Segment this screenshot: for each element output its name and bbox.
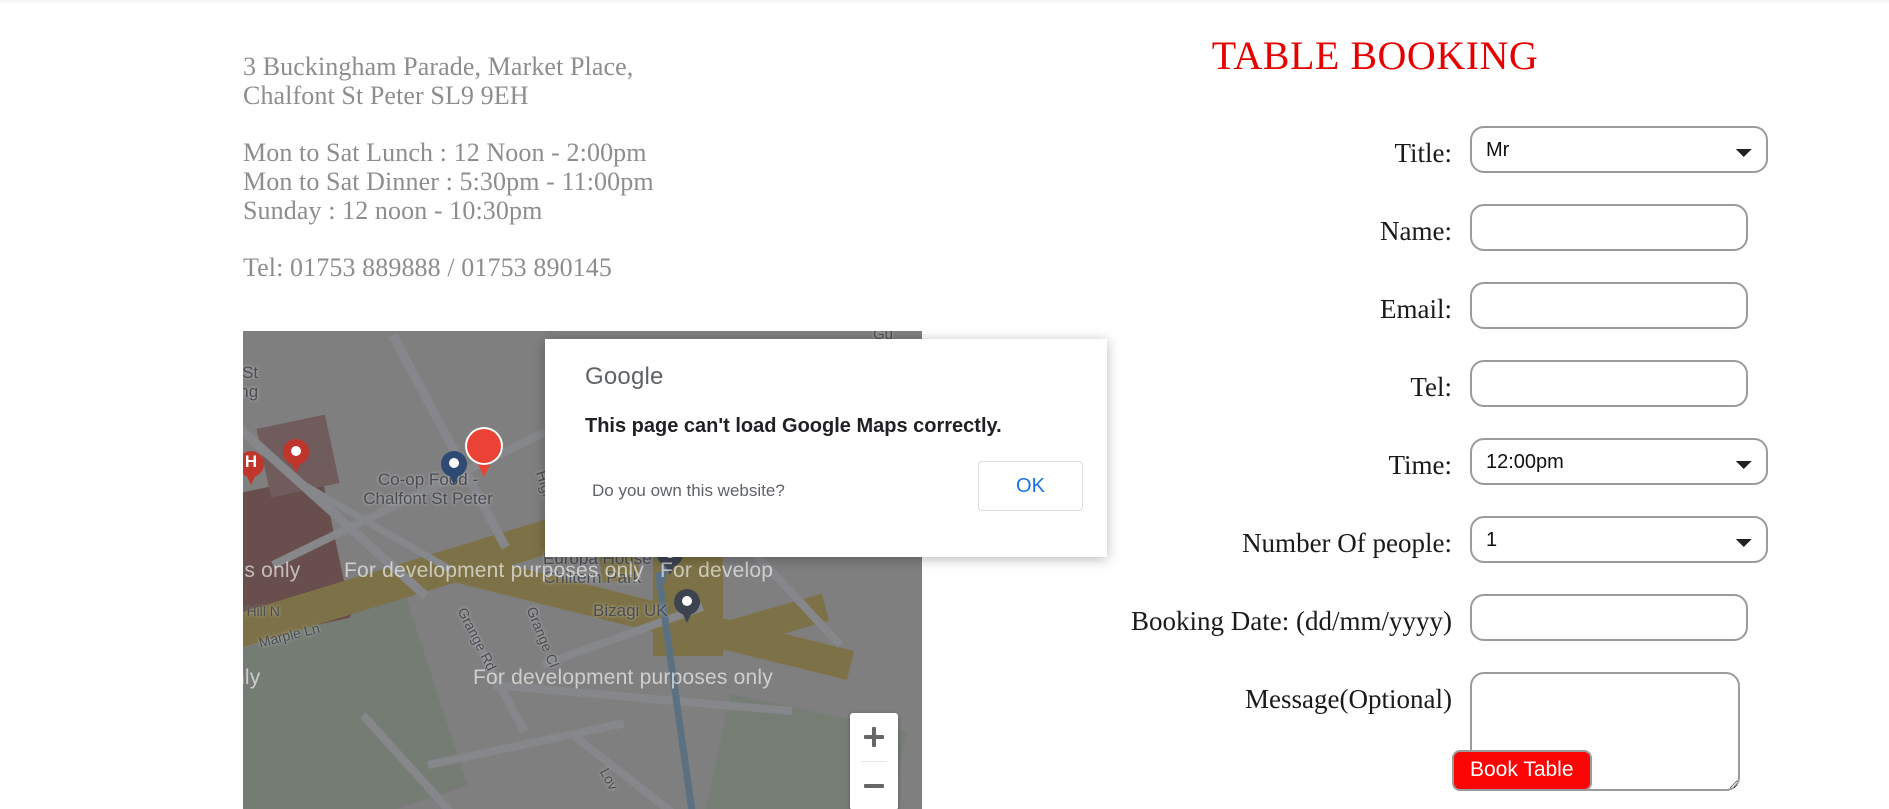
map-label-bizagi: Bizagi UK [593,601,668,620]
pin-tail [446,468,462,485]
booking-form: Title: MrMrsMissMsDr Name: Email: [1000,126,1790,809]
form-row-message: Message(Optional) [1000,672,1790,796]
time-select[interactable]: 12:00pm12:30pm1:00pm1:30pm2:00pm5:30pm6:… [1470,438,1768,485]
map-watermark: For develop [660,559,774,582]
map-watermark: poses only [243,559,301,582]
label-booking-date: Booking Date: (dd/mm/yyyy) [1131,606,1452,636]
booking-date-input[interactable] [1470,594,1748,641]
book-table-button[interactable]: Book Table [1452,750,1592,791]
email-input[interactable] [1470,282,1748,329]
map-watermark: For development purposes only [473,666,773,689]
label-email: Email: [1380,294,1452,324]
ok-button[interactable]: OK [978,461,1083,511]
google-maps-error-dialog: Google This page can't load Google Maps … [545,339,1107,557]
form-row-booking-date: Booking Date: (dd/mm/yyyy) [1000,594,1790,648]
address-line-1: 3 Buckingham Parade, Market Place, [243,52,634,81]
hours-line-2: Mon to Sat Dinner : 5:30pm - 11:00pm [243,167,654,196]
map-zoom-controls[interactable] [850,713,898,809]
marker-head [467,429,501,463]
cart-icon [449,458,459,468]
title-select[interactable]: MrMrsMissMsDr [1470,126,1768,173]
form-row-tel: Tel: [1000,360,1790,414]
map-pin-poi[interactable] [283,439,309,473]
address-paragraph: 3 Buckingham Parade, Market Place, Chalf… [243,52,903,110]
hours-line-3: Sunday : 12 noon - 10:30pm [243,196,543,225]
pin-dot [682,596,692,606]
booking-form-column: TABLE BOOKING Title: MrMrsMissMsDr Name:… [1000,0,1889,809]
map-watermark: For development purposes only [344,559,644,582]
form-row-title: Title: MrMrsMissMsDr [1000,126,1790,180]
address-line-2: Chalfont St Peter SL9 9EH [243,81,529,110]
zoom-in-button[interactable] [850,713,898,761]
map-label-church: font Stof EngT [243,363,259,401]
google-logo-text: Google [585,363,664,390]
name-input[interactable] [1470,204,1748,251]
map-pin-bizagi[interactable] [674,589,700,623]
pin-letter: H [244,452,258,471]
pin-tail [679,606,695,623]
telephone-text: Tel: 01753 889888 / 01753 890145 [243,253,612,282]
contact-column: 3 Buckingham Parade, Market Place, Chalf… [243,0,1107,809]
contact-info-block: 3 Buckingham Parade, Market Place, Chalf… [243,52,903,282]
page-title: TABLE BOOKING [1211,33,1539,78]
number-of-people-select[interactable]: 12345678910 [1470,516,1768,563]
label-name: Name: [1380,216,1452,246]
label-title: Title: [1394,138,1452,168]
minus-icon [863,775,885,797]
form-row-time: Time: 12:00pm12:30pm1:00pm1:30pm2:00pm5:… [1000,438,1790,492]
pin-dot [291,446,301,456]
map-marker-destination[interactable] [467,429,501,477]
zoom-out-button[interactable] [850,762,898,809]
page-root: 3 Buckingham Parade, Market Place, Chalf… [0,0,1889,809]
map-label-gold-hill: Gold Hill N [243,603,280,619]
label-message: Message(Optional) [1245,684,1452,714]
form-row-email: Email: [1000,282,1790,336]
form-row-people: Number Of people: 12345678910 [1000,516,1790,570]
hours-line-1: Mon to Sat Lunch : 12 Noon - 2:00pm [243,138,647,167]
plus-icon [863,726,885,748]
form-row-name: Name: [1000,204,1790,258]
tel-input[interactable] [1470,360,1748,407]
error-sub-question: Do you own this website? [592,481,785,500]
opening-hours-paragraph: Mon to Sat Lunch : 12 Noon - 2:00pm Mon … [243,138,903,225]
map-watermark: poses only [243,666,261,689]
map-pin-hospital[interactable]: H [243,451,264,485]
error-message: This page can't load Google Maps correct… [585,415,1002,437]
pin-tail [288,456,304,473]
map-pin-shopping-cart[interactable] [441,451,467,485]
